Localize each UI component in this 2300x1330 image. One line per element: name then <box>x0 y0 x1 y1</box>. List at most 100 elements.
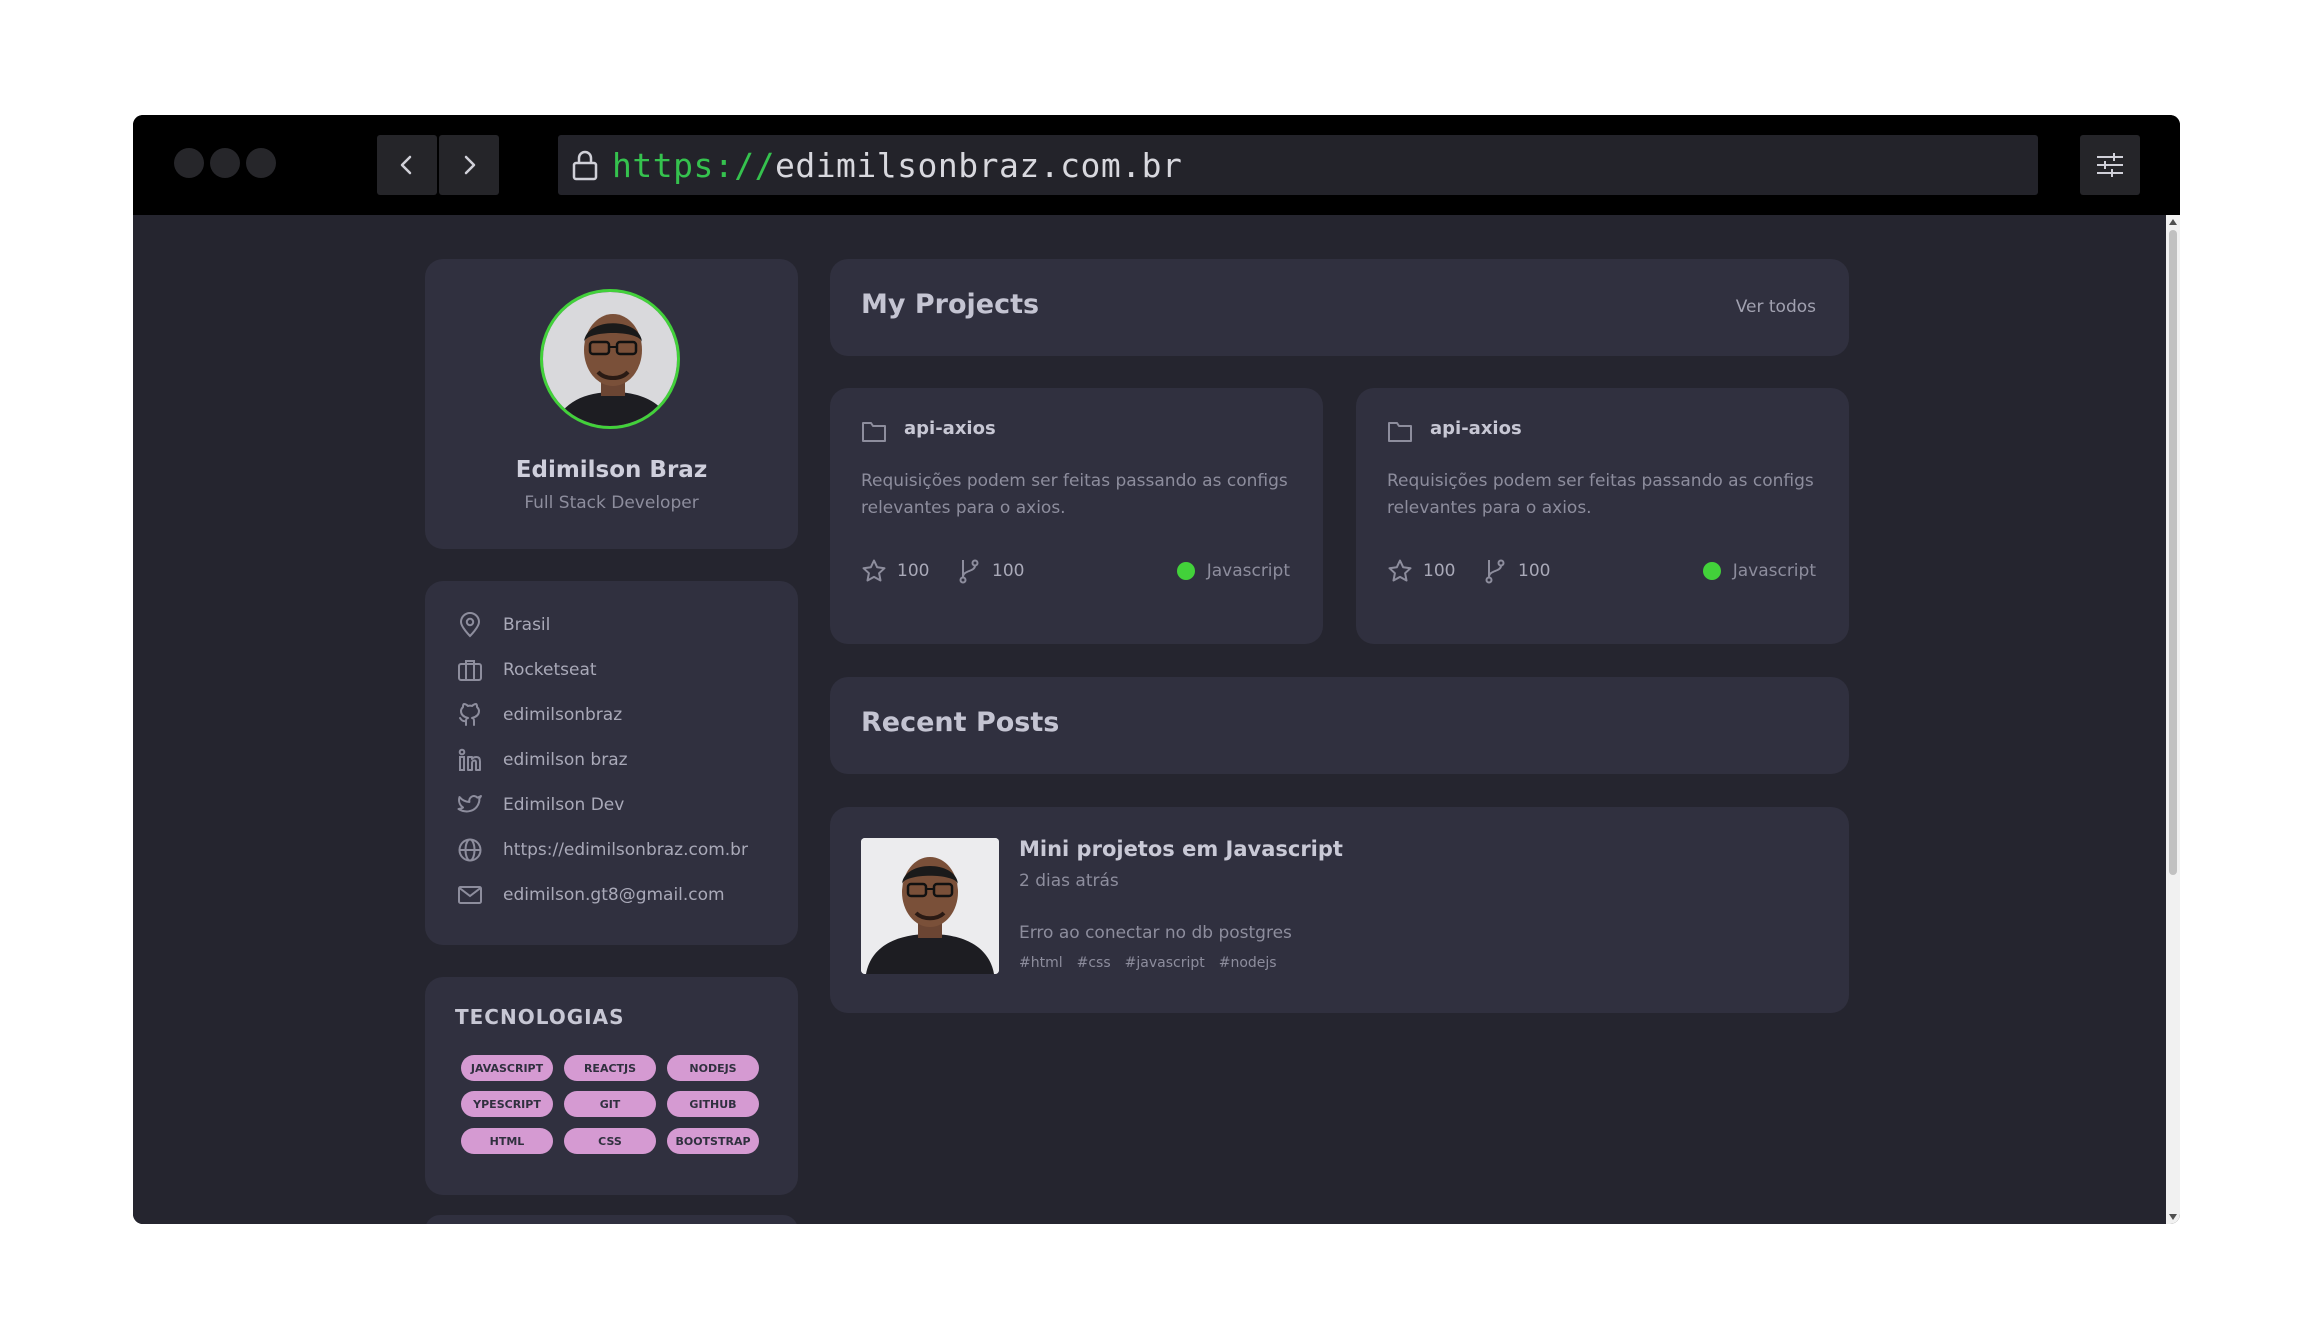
browser-window: https://edimilsonbraz.com.br Edimilson B… <box>133 115 2180 1224</box>
posts-title: Recent Posts <box>861 707 1060 738</box>
stars-count: 100 <box>1423 561 1456 581</box>
url-domain: edimilsonbraz.com.br <box>774 145 1183 185</box>
tech-tag: GITHUB <box>667 1091 759 1117</box>
post-tag[interactable]: #nodejs <box>1219 955 1277 971</box>
info-twitter-text[interactable]: Edimilson Dev <box>503 795 624 815</box>
project-card[interactable]: api-axios Requisições podem ser feitas p… <box>1356 388 1849 644</box>
avatar[interactable] <box>540 289 680 429</box>
post-tag[interactable]: #html <box>1019 955 1063 971</box>
info-company: Rocketseat <box>455 655 597 685</box>
contact-info-card: Brasil Rocketseat edimilsonbraz edimilso… <box>425 581 798 945</box>
info-company-text: Rocketseat <box>503 660 597 680</box>
sliders-icon <box>2097 153 2123 177</box>
post-thumbnail-photo <box>861 838 999 974</box>
project-name[interactable]: api-axios <box>904 418 996 439</box>
vertical-scrollbar[interactable] <box>2166 215 2180 1224</box>
git-branch-icon <box>959 559 979 584</box>
post-tag[interactable]: #css <box>1077 955 1111 971</box>
info-location: Brasil <box>455 610 550 640</box>
info-github[interactable]: edimilsonbraz <box>455 700 622 730</box>
window-close-dot[interactable] <box>174 148 204 178</box>
linkedin-icon <box>455 745 485 775</box>
technologies-card: TECNOLOGIAS JAVASCRIPT REACTJS NODEJS YP… <box>425 977 798 1195</box>
projects-header: My Projects Ver todos <box>830 259 1849 356</box>
forks-count: 100 <box>992 561 1025 581</box>
folder-icon <box>862 422 886 442</box>
info-location-text: Brasil <box>503 615 551 635</box>
see-all-link[interactable]: Ver todos <box>1736 297 1816 317</box>
projects-title: My Projects <box>861 289 1040 320</box>
star-icon <box>1388 559 1412 582</box>
tech-tag: NODEJS <box>667 1055 759 1081</box>
url-protocol: https:// <box>612 145 775 185</box>
tech-tag: YPESCRIPT <box>461 1091 553 1117</box>
info-email-text[interactable]: edimilson.gt8@gmail.com <box>503 885 725 905</box>
scroll-up-arrow[interactable] <box>2169 219 2177 225</box>
post-thumbnail[interactable] <box>861 838 999 974</box>
star-icon <box>862 559 886 582</box>
location-pin-icon <box>455 610 485 640</box>
post-date: 2 dias atrás <box>1019 871 1119 891</box>
settings-menu-button[interactable] <box>2080 135 2140 195</box>
profile-role: Full Stack Developer <box>524 493 699 513</box>
forks-count: 100 <box>1518 561 1551 581</box>
language-dot <box>1176 562 1195 580</box>
project-stars: 100 <box>861 556 929 586</box>
post-excerpt: Erro ao conectar no db postgres <box>1019 923 1292 943</box>
post-tags: #html #css #javascript #nodejs <box>1019 955 1291 971</box>
tech-tag: GIT <box>564 1091 656 1117</box>
info-email[interactable]: edimilson.gt8@gmail.com <box>455 880 725 910</box>
info-linkedin[interactable]: edimilson braz <box>455 745 628 775</box>
language-name: Javascript <box>1206 561 1290 581</box>
info-twitter[interactable]: Edimilson Dev <box>455 790 624 820</box>
tech-tag: HTML <box>461 1128 553 1154</box>
project-description: Requisições podem ser feitas passando as… <box>1387 471 1814 518</box>
posts-header: Recent Posts <box>830 677 1849 774</box>
forward-button[interactable] <box>439 135 499 195</box>
scroll-down-arrow[interactable] <box>2169 1214 2177 1220</box>
project-forks: 100 <box>1482 556 1550 586</box>
post-tag[interactable]: #javascript <box>1125 955 1205 971</box>
profile-card: Edimilson Braz Full Stack Developer <box>425 259 798 549</box>
project-stars: 100 <box>1387 556 1455 586</box>
language-name: Javascript <box>1732 561 1816 581</box>
lock-icon <box>570 147 600 183</box>
tech-tag: JAVASCRIPT <box>461 1055 553 1081</box>
chevron-right-icon <box>464 155 476 175</box>
technologies-title: TECNOLOGIAS <box>455 1005 625 1029</box>
url-text[interactable]: https://edimilsonbraz.com.br <box>612 146 1182 185</box>
window-minimize-dot[interactable] <box>210 148 240 178</box>
tech-tag: BOOTSTRAP <box>667 1128 759 1154</box>
folder-icon <box>1388 422 1412 442</box>
briefcase-icon <box>455 655 485 685</box>
project-card[interactable]: api-axios Requisições podem ser feitas p… <box>830 388 1323 644</box>
project-language: Javascript <box>1702 556 1816 586</box>
window-maximize-dot[interactable] <box>246 148 276 178</box>
tech-tag: CSS <box>564 1128 656 1154</box>
info-linkedin-text[interactable]: edimilson braz <box>503 750 628 770</box>
project-language: Javascript <box>1176 556 1290 586</box>
browser-toolbar: https://edimilsonbraz.com.br <box>133 115 2180 215</box>
stars-count: 100 <box>897 561 930 581</box>
chevron-left-icon <box>400 155 412 175</box>
next-card-peek <box>425 1215 798 1224</box>
avatar-photo <box>543 292 677 426</box>
post-card[interactable]: Mini projetos em Javascript 2 dias atrás… <box>830 807 1849 1013</box>
info-github-text[interactable]: edimilsonbraz <box>503 705 622 725</box>
language-dot <box>1702 562 1721 580</box>
mail-icon <box>455 880 485 910</box>
project-forks: 100 <box>956 556 1024 586</box>
project-description: Requisições podem ser feitas passando as… <box>861 471 1288 518</box>
project-name[interactable]: api-axios <box>1430 418 1522 439</box>
scroll-thumb[interactable] <box>2169 230 2177 875</box>
address-bar[interactable]: https://edimilsonbraz.com.br <box>558 135 2038 195</box>
info-website-text[interactable]: https://edimilsonbraz.com.br <box>503 840 748 860</box>
twitter-icon <box>455 790 485 820</box>
github-icon <box>455 700 485 730</box>
profile-name: Edimilson Braz <box>515 457 708 483</box>
post-title[interactable]: Mini projetos em Javascript <box>1019 837 1343 861</box>
tech-tag: REACTJS <box>564 1055 656 1081</box>
info-website[interactable]: https://edimilsonbraz.com.br <box>455 835 748 865</box>
back-button[interactable] <box>377 135 437 195</box>
git-branch-icon <box>1485 559 1505 584</box>
